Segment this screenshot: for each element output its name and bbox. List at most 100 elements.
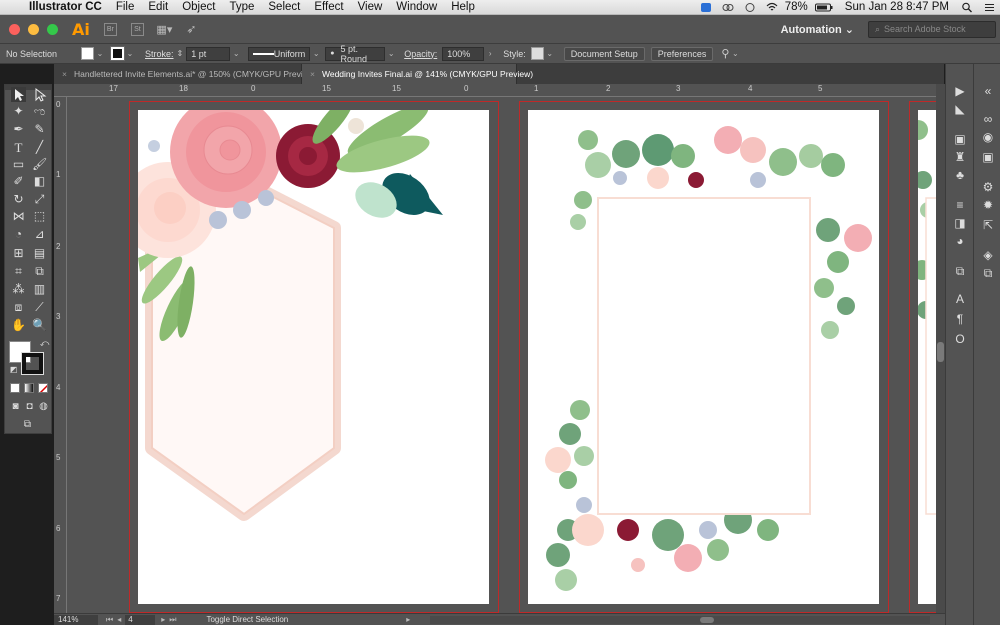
artboard-3[interactable] [908,110,936,604]
spotlight-icon[interactable] [961,2,973,13]
menu-window[interactable]: Window [389,0,444,15]
profile-dropdown-icon[interactable]: ⌄ [310,49,322,58]
arrange-icon[interactable]: ⚲ [721,47,729,60]
cc-icon[interactable] [722,2,734,13]
artboard-1[interactable] [120,97,489,604]
menu-edit[interactable]: Edit [141,0,175,15]
status-message[interactable]: Toggle Direct Selection [206,615,288,624]
arrange-dropdown-icon[interactable]: ⌄ [729,49,741,58]
pathfinder-panel-icon[interactable]: ◕ [953,234,967,248]
scale-tool-icon[interactable]: ⤢ [32,192,47,207]
vertical-scrollbar[interactable] [936,84,945,613]
arrange-documents-icon[interactable]: ▦▾ [156,23,172,36]
next-artboard-icon[interactable]: ▸ [161,615,165,624]
paragraph-panel-icon[interactable]: ¶ [953,312,967,326]
stroke-swatch[interactable] [110,46,125,61]
zoom-level-field[interactable]: 141% [54,614,98,625]
first-artboard-icon[interactable]: ⏮ [106,615,113,625]
symbols-panel-icon[interactable]: ♣ [953,168,967,182]
menu-file[interactable]: File [109,0,142,15]
eyedropper-tool-icon[interactable]: ⌗ [11,264,26,279]
battery-icon[interactable] [814,2,833,13]
zoom-tool-icon[interactable]: 🔍 [32,318,47,333]
stroke-weight-dropdown-icon[interactable]: ⌄ [230,49,242,58]
minimize-window-button[interactable] [28,23,39,35]
app-menu[interactable]: Illustrator CC [22,0,109,15]
menu-object[interactable]: Object [175,0,222,15]
puppet-warp-panel-icon[interactable]: ♜ [953,150,967,164]
blend-tool-icon[interactable]: ⧉ [32,264,47,279]
gradient-tool-icon[interactable]: ▤ [32,246,47,261]
free-transform-tool-icon[interactable]: ⬚ [32,209,47,224]
workspace-switcher[interactable]: Automation ⌄ [781,23,854,36]
fill-dropdown-icon[interactable]: ⌄ [94,49,106,58]
stock-search-input[interactable]: ⌕ Search Adobe Stock [868,20,996,38]
type-tool-icon[interactable]: T [11,140,26,155]
curvature-tool-icon[interactable]: ✎ [32,122,47,137]
slice-tool-icon[interactable]: ⟋ [32,300,47,315]
asset-export-panel-icon[interactable]: ⧉ [981,266,995,280]
status-menu-arrow-icon[interactable]: ▸ [406,615,410,624]
artboards-panel-icon[interactable]: ⧉ [953,264,967,278]
perspective-grid-tool-icon[interactable]: ⊿ [32,227,47,242]
shape-builder-tool-icon[interactable]: ◔ [11,227,26,242]
actions-panel-icon[interactable]: ▶ [953,84,967,98]
pen-tool-icon[interactable]: ✒ [11,122,26,137]
rectangle-tool-icon[interactable]: ▭ [11,157,26,172]
scrollbar-thumb[interactable] [937,342,944,362]
preferences-button[interactable]: Preferences [650,46,714,61]
style-dropdown-icon[interactable]: ⌄ [544,49,556,58]
navigator-panel-icon[interactable]: ◣ [953,102,967,116]
close-tab-icon[interactable]: × [310,69,315,79]
layers-panel-icon[interactable]: ◈ [981,248,995,262]
wifi-icon[interactable] [766,2,778,13]
h-scrollbar-thumb[interactable] [700,616,715,623]
last-artboard-icon[interactable]: ⏭ [169,615,176,625]
collapse-panels-icon[interactable]: « [981,84,995,98]
artboard-tool-icon[interactable]: ⧈ [11,300,26,315]
character-panel-icon[interactable]: A [953,292,967,306]
opacity-label[interactable]: Opacity: [401,49,440,59]
links-panel-icon[interactable]: ∞ [981,112,995,126]
opacity-arrow-icon[interactable]: › [484,49,496,58]
rotate-tool-icon[interactable]: ↻ [11,192,26,207]
sync-icon[interactable] [744,2,756,13]
menu-type[interactable]: Type [222,0,261,15]
artboard-number-field[interactable]: 4 [125,614,156,625]
change-screen-mode-icon[interactable]: ⧉ [20,417,35,432]
brush-definition[interactable]: ● 5 pt. Round [325,44,386,64]
column-graph-tool-icon[interactable]: ▥ [32,282,47,297]
symbol-sprayer-tool-icon[interactable]: ⁂ [11,282,26,297]
fill-swatch[interactable] [81,47,94,60]
document-canvas[interactable] [67,97,936,613]
previous-artboard-icon[interactable]: ◂ [117,615,121,624]
gpu-performance-icon[interactable]: ➶ [185,22,198,36]
tab-wedding-invites-final[interactable]: × Wedding Invites Final.ai @ 141% (CMYK/… [302,64,533,84]
draw-behind-icon[interactable]: ◘ [22,399,37,414]
menu-help[interactable]: Help [444,0,482,15]
direct-selection-tool-icon[interactable] [32,87,47,102]
mesh-tool-icon[interactable]: ⊞ [11,246,26,261]
transparency-panel-icon[interactable]: ◨ [953,216,967,230]
magic-wand-tool-icon[interactable]: ✦ [11,104,26,119]
close-tab-icon[interactable]: × [62,69,67,79]
lasso-tool-icon[interactable]: ಌ [32,104,47,119]
stroke-label[interactable]: Stroke: [142,49,177,59]
none-mode-icon[interactable] [38,383,48,393]
color-mode-icon[interactable] [10,383,20,393]
menu-view[interactable]: View [351,0,390,15]
appearance-panel-icon[interactable]: ✹ [981,198,995,212]
stroke-weight-field[interactable]: 1 pt [186,46,231,61]
close-window-button[interactable] [9,23,20,35]
gradient-mode-icon[interactable] [24,383,34,393]
menu-select[interactable]: Select [261,0,307,15]
graphic-style-swatch[interactable] [530,47,544,60]
paintbrush-tool-icon[interactable]: 🖌 [32,157,47,172]
zoom-window-button[interactable] [47,23,58,35]
clock[interactable]: Sun Jan 28 8:47 PM [838,0,956,15]
stroke-dropdown-icon[interactable]: ⌄ [124,49,136,58]
document-setup-button[interactable]: Document Setup [563,46,645,61]
horizontal-scrollbar[interactable] [430,615,931,624]
opentype-panel-icon[interactable]: O [953,332,967,346]
eucalyptus-rectangle-invite[interactable] [528,110,879,604]
